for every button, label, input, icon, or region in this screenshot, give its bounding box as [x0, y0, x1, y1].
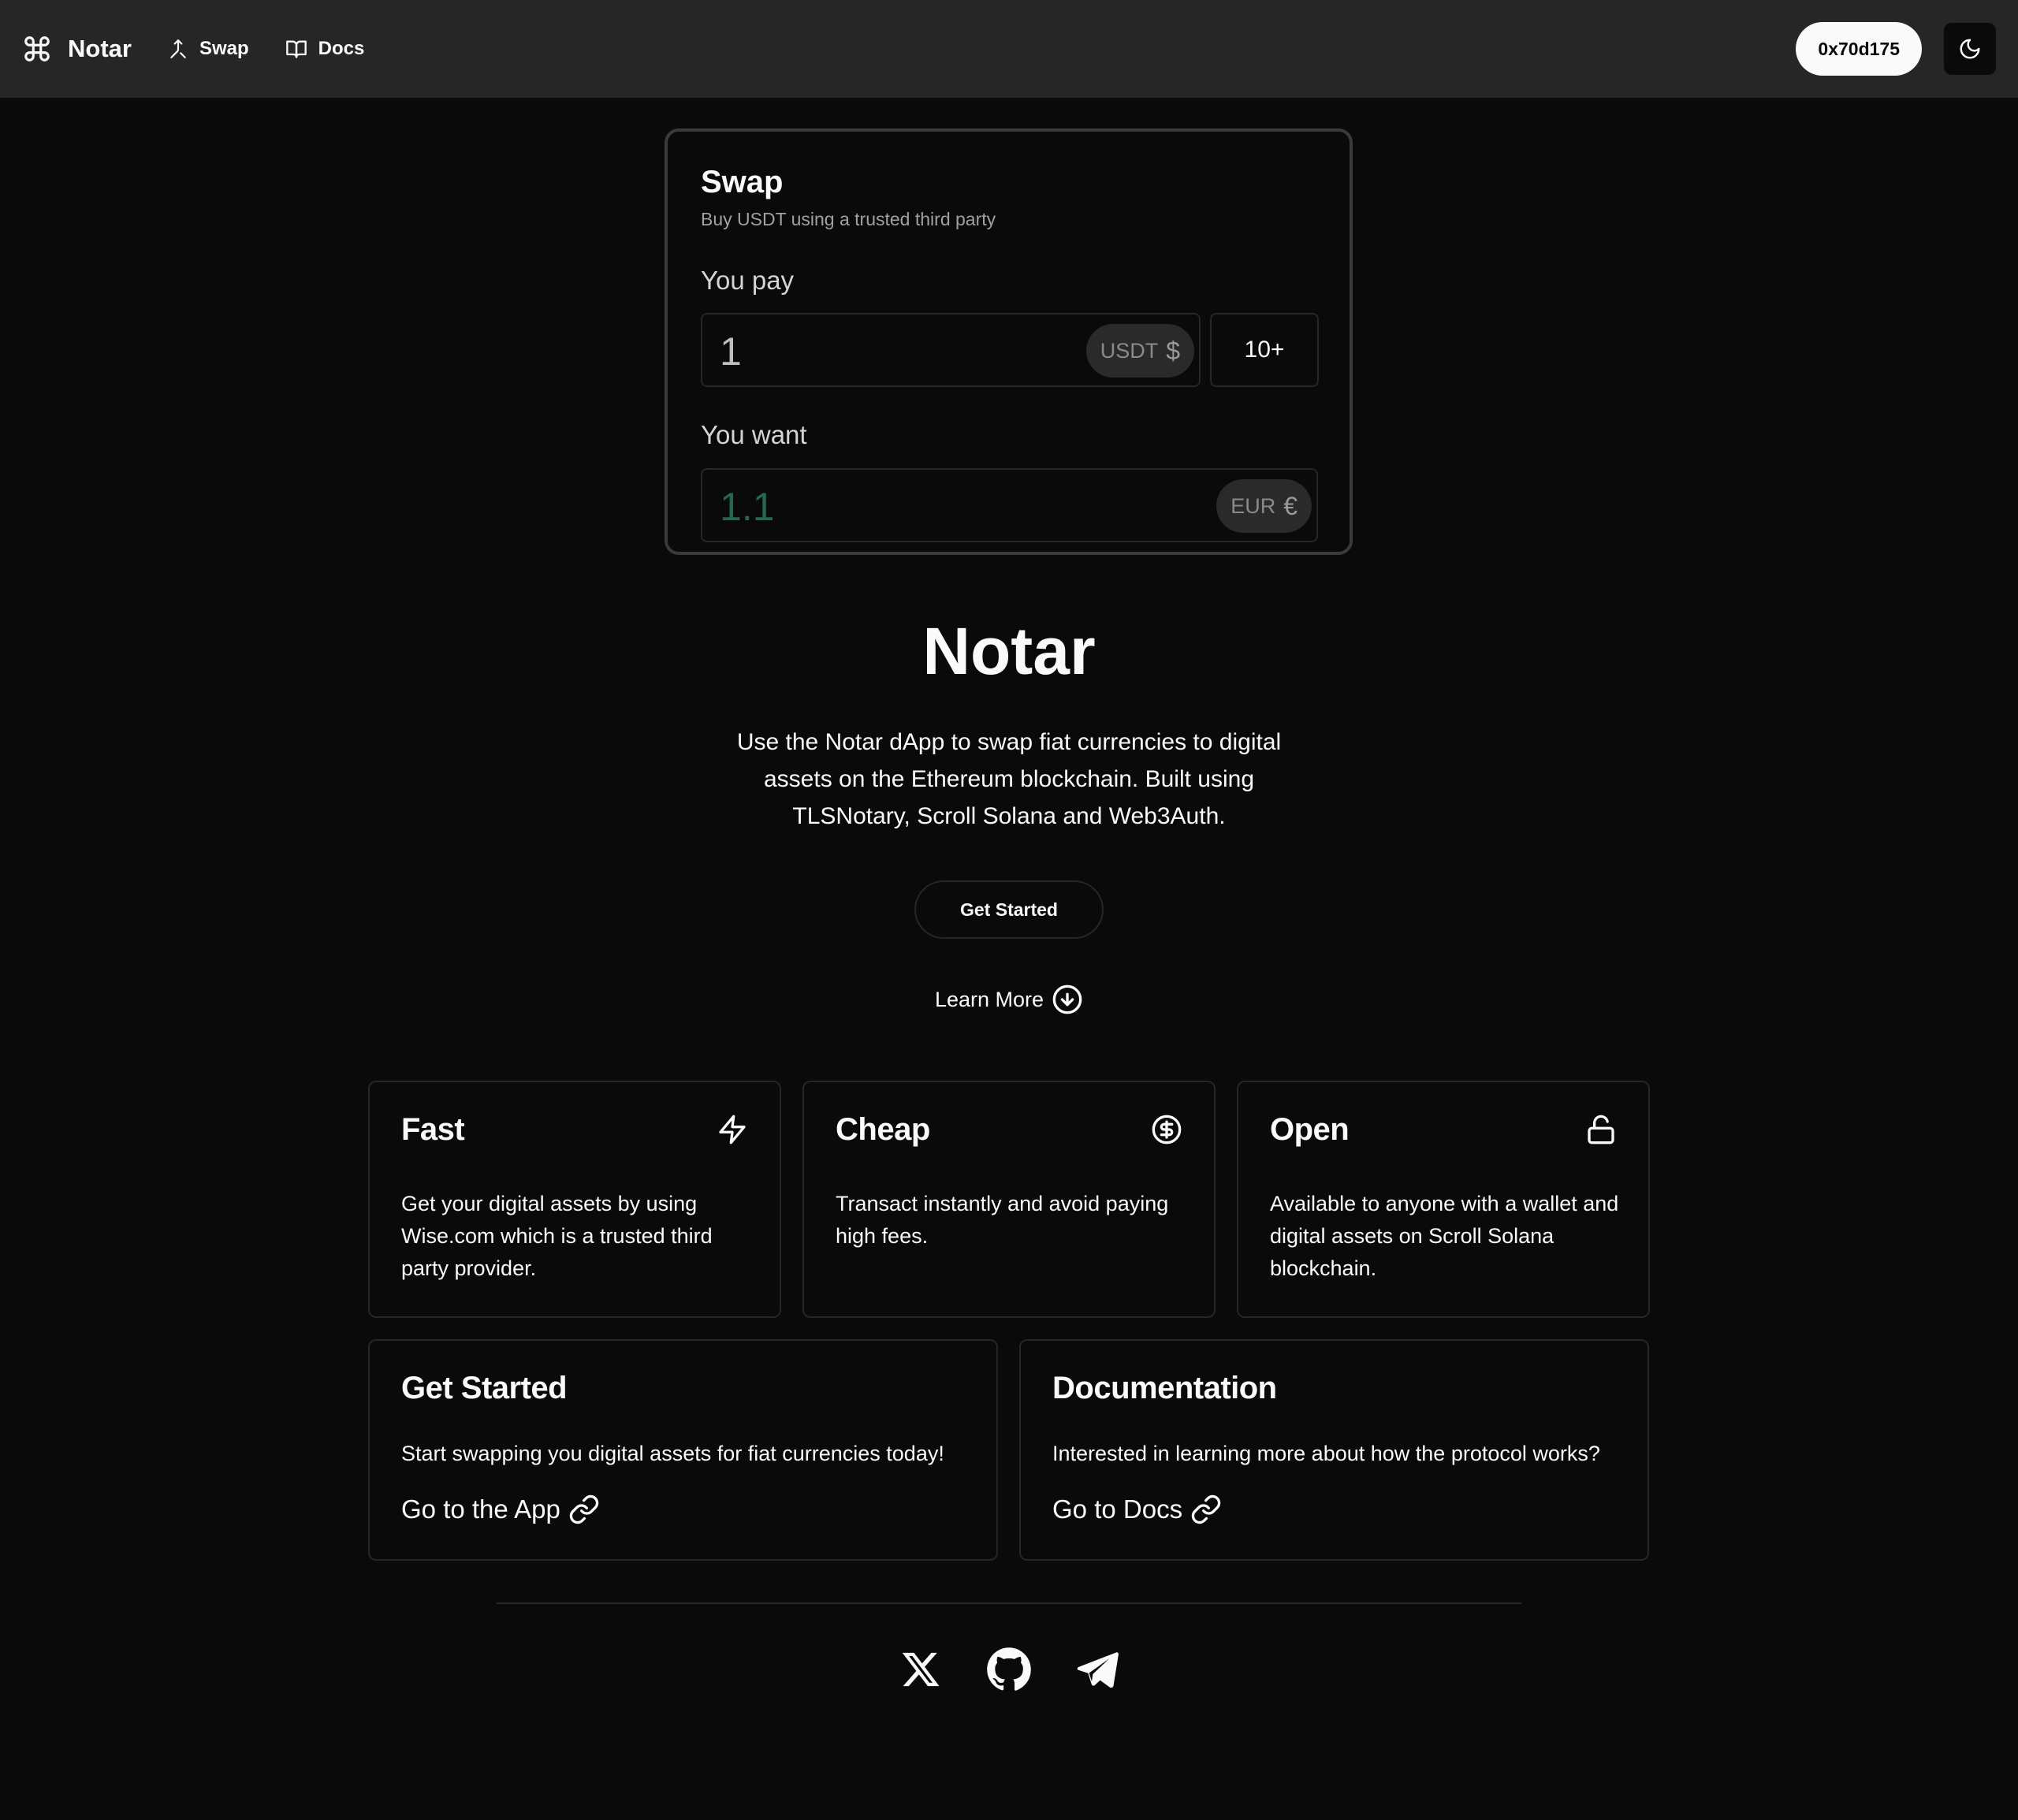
pay-amount-input[interactable]: 1 USDT $: [701, 313, 1201, 387]
link-card-description: Interested in learning more about how th…: [1052, 1442, 1600, 1465]
euro-icon: €: [1283, 491, 1298, 520]
hero-description: Use the Notar dApp to swap fiat currenci…: [736, 729, 1282, 829]
swap-merge-icon: [168, 39, 188, 59]
command-icon: [22, 34, 52, 64]
go-to-docs-label: Go to Docs: [1052, 1494, 1183, 1524]
brand-name: Notar: [68, 35, 132, 62]
x-link[interactable]: [897, 1646, 944, 1693]
social-links: [0, 1646, 2018, 1693]
you-pay-label: You pay: [701, 266, 795, 295]
you-want-label: You want: [701, 420, 807, 449]
telegram-icon: [1076, 1648, 1119, 1691]
get-started-button[interactable]: Get Started: [914, 880, 1104, 939]
feature-title: Open: [1270, 1112, 1350, 1147]
documentation-card: Documentation Interested in learning mor…: [1019, 1339, 1649, 1561]
feature-description: Get your digital assets by using Wise.co…: [401, 1192, 713, 1280]
link-icon: [568, 1494, 600, 1525]
amount-preset-button[interactable]: 10+: [1210, 313, 1319, 387]
feature-title: Fast: [401, 1112, 465, 1147]
pay-currency-code: USDT: [1100, 338, 1159, 363]
nav-link-swap[interactable]: Swap: [168, 38, 249, 60]
moon-icon: [1958, 37, 1982, 61]
github-link[interactable]: [985, 1646, 1033, 1693]
pay-currency-select[interactable]: USDT $: [1085, 324, 1194, 378]
feature-description: Available to anyone with a wallet and di…: [1270, 1192, 1619, 1280]
swap-title: Swap: [701, 165, 784, 199]
nav-actions: 0x70d175: [1796, 22, 1996, 76]
learn-more-link[interactable]: Learn More: [0, 984, 2018, 1015]
want-currency-code: EUR: [1231, 493, 1276, 518]
telegram-link[interactable]: [1074, 1646, 1121, 1693]
link-card-title: Get Started: [401, 1371, 568, 1405]
feature-card-cheap: Cheap Transact instantly and avoid payin…: [802, 1081, 1216, 1318]
zap-icon: [717, 1114, 748, 1145]
nav-link-docs[interactable]: Docs: [285, 38, 365, 60]
go-to-app-link[interactable]: Go to the App: [401, 1494, 600, 1525]
go-to-app-label: Go to the App: [401, 1494, 560, 1524]
link-card-description: Start swapping you digital assets for fi…: [401, 1442, 944, 1465]
nav-link-swap-label: Swap: [199, 38, 249, 59]
dollar-icon: $: [1166, 336, 1180, 365]
go-to-docs-link[interactable]: Go to Docs: [1052, 1494, 1222, 1525]
wallet-address-button[interactable]: 0x70d175: [1796, 22, 1922, 76]
unlock-icon: [1585, 1114, 1617, 1145]
link-card-title: Documentation: [1052, 1371, 1277, 1405]
feature-title: Cheap: [836, 1112, 930, 1147]
dollar-circle-icon: [1151, 1114, 1182, 1145]
hero-title: Notar: [922, 614, 1096, 688]
feature-description: Transact instantly and avoid paying high…: [836, 1192, 1169, 1248]
learn-more-label: Learn More: [934, 987, 1044, 1011]
brand-logo-link[interactable]: Notar: [22, 34, 132, 64]
nav-link-docs-label: Docs: [318, 38, 365, 59]
link-icon: [1190, 1494, 1222, 1525]
want-amount-input[interactable]: 1.1 EUR €: [701, 468, 1318, 542]
theme-toggle-button[interactable]: [1944, 23, 1996, 75]
swap-card: Swap Buy USDT using a trusted third part…: [665, 128, 1353, 555]
pay-amount-value: 1: [720, 329, 742, 374]
feature-card-fast: Fast Get your digital assets by using Wi…: [368, 1081, 781, 1318]
swap-subtitle: Buy USDT using a trusted third party: [701, 209, 996, 229]
github-icon: [986, 1647, 1032, 1692]
footer-divider: [497, 1602, 1521, 1604]
arrow-down-circle-icon: [1052, 984, 1083, 1015]
feature-card-open: Open Available to anyone with a wallet a…: [1237, 1081, 1650, 1318]
want-currency-select[interactable]: EUR €: [1216, 479, 1312, 533]
get-started-card: Get Started Start swapping you digital a…: [368, 1339, 998, 1561]
navbar: Notar Swap Docs 0x70d175: [0, 0, 2018, 98]
want-amount-value: 1.1: [720, 485, 775, 529]
book-icon: [285, 38, 307, 60]
x-icon: [900, 1649, 941, 1690]
